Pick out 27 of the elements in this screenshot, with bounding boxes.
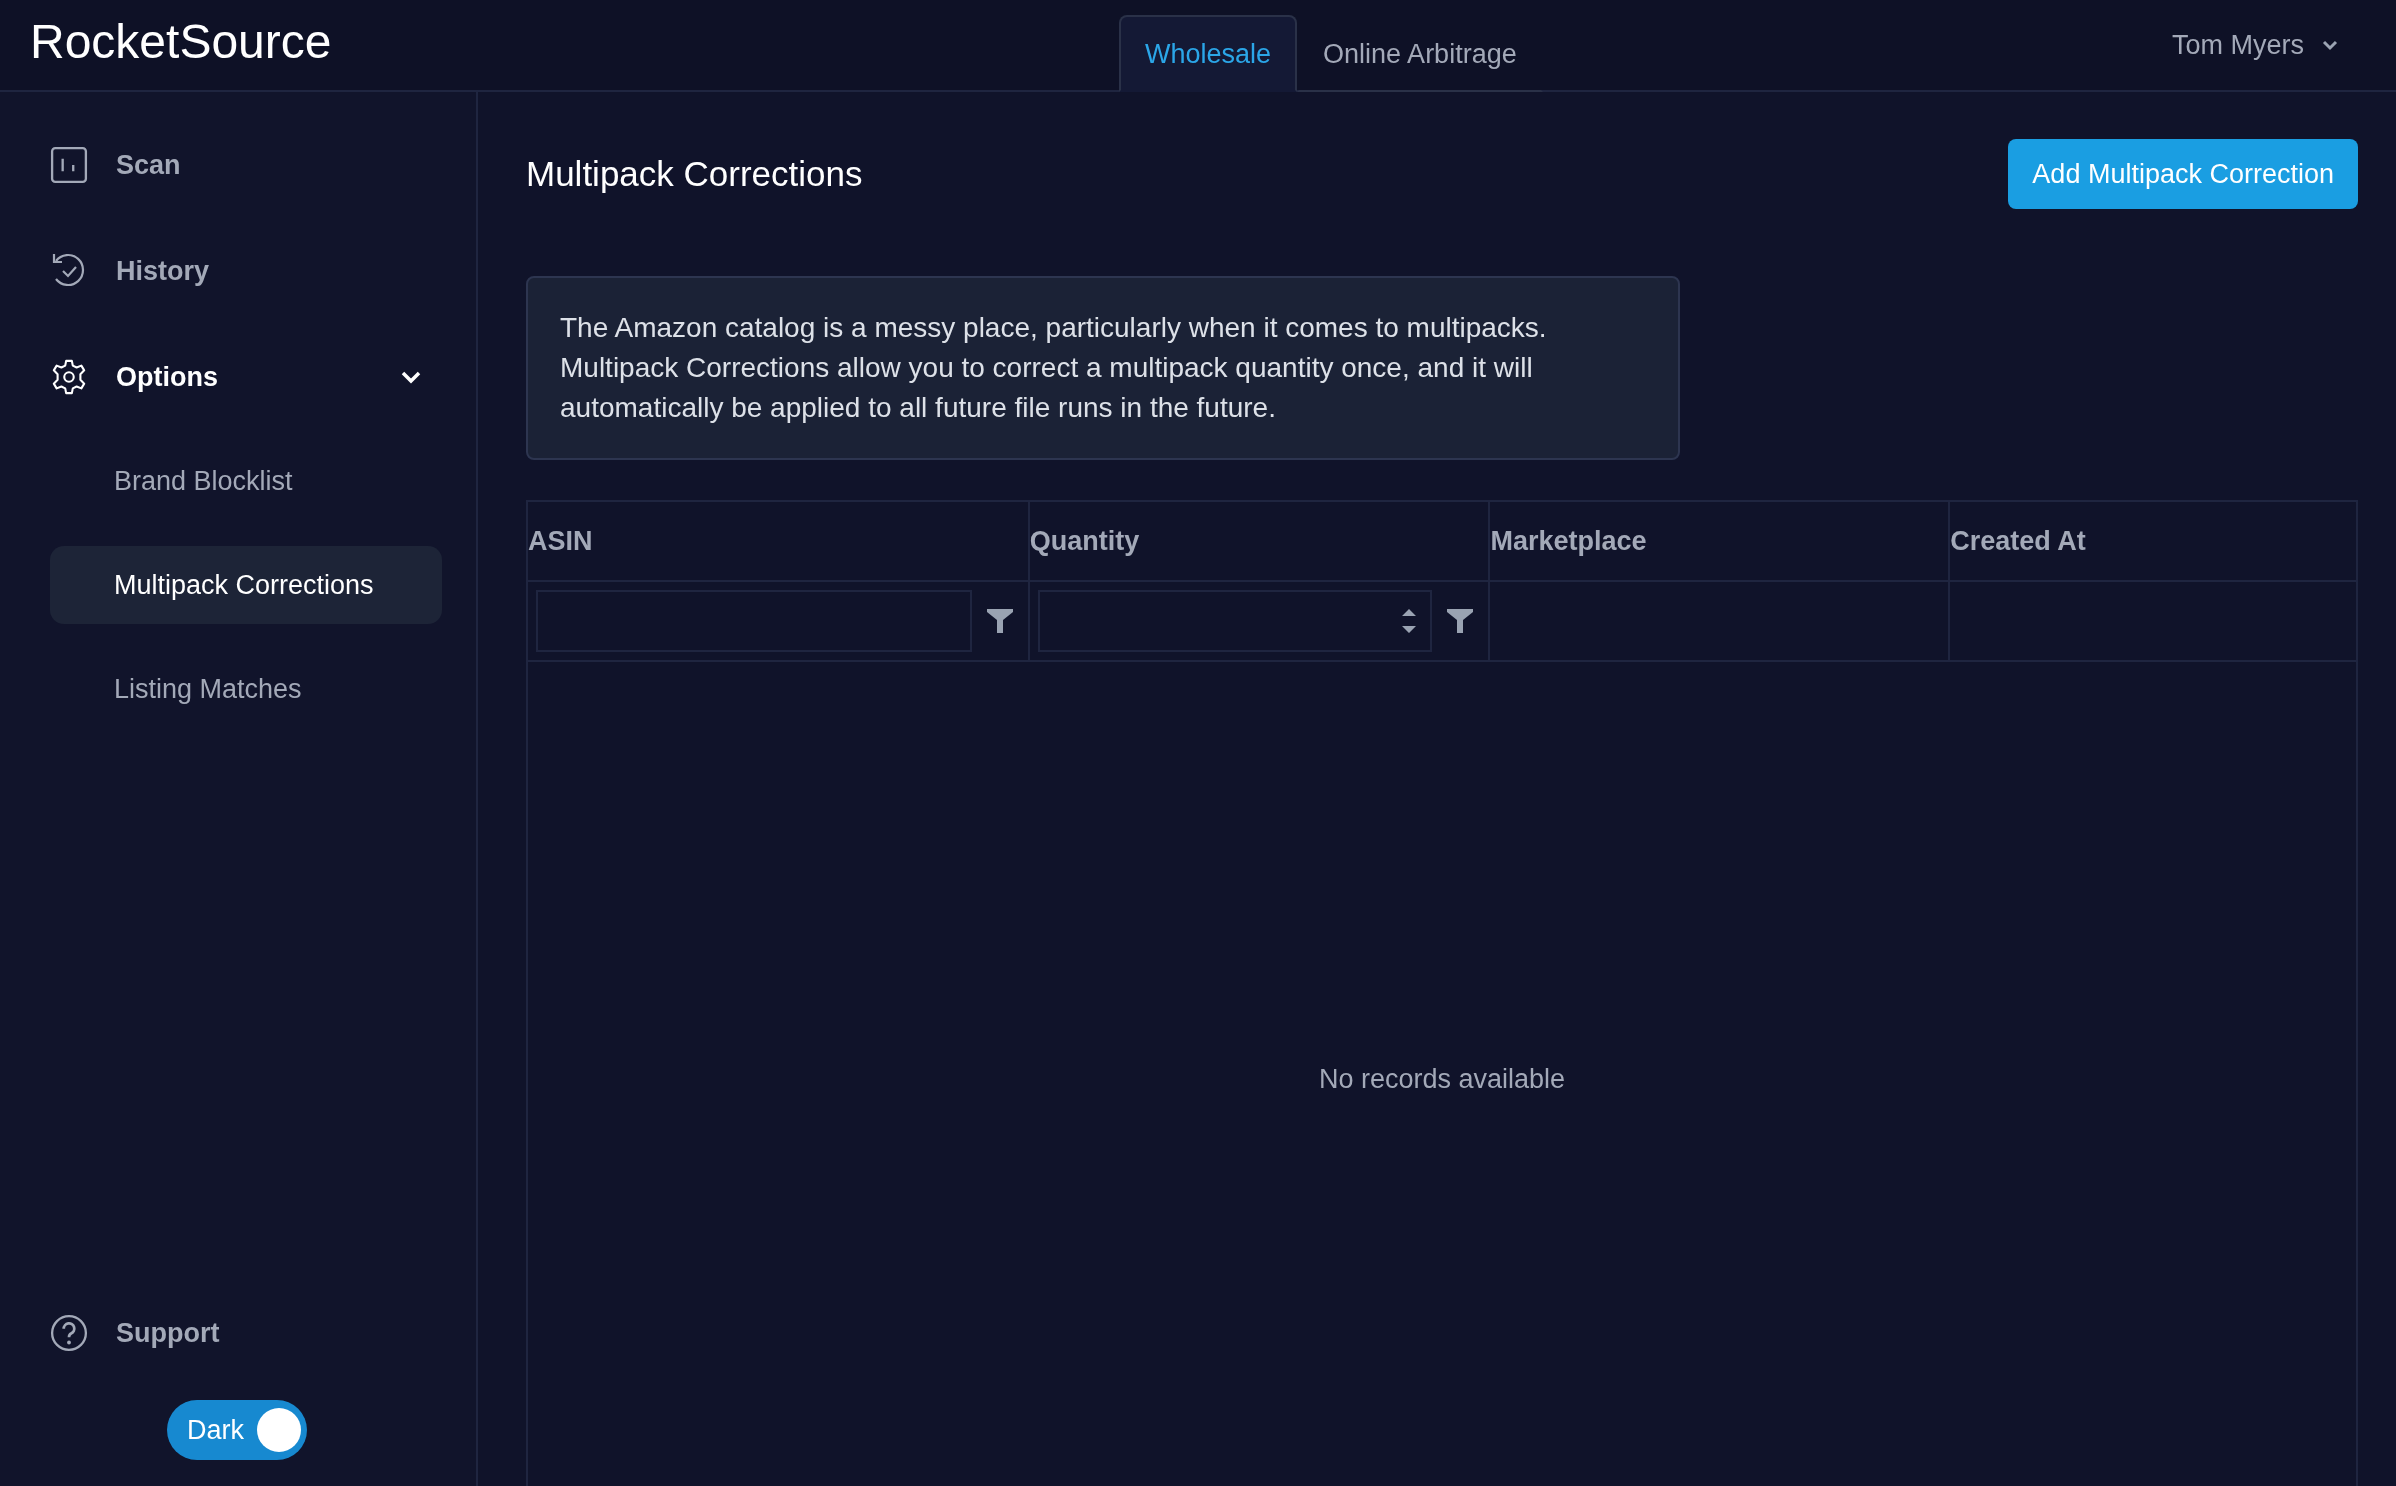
empty-message: No records available <box>1318 1063 1566 1095</box>
sidebar-item[interactable]: Scan <box>50 142 442 188</box>
spinner-arrows-icon <box>1400 606 1419 636</box>
column-header[interactable]: ASIN <box>528 502 1030 580</box>
column-header[interactable]: Marketplace <box>1490 502 1951 580</box>
info-box: The Amazon catalog is a messy place, particularly when it comes to multipacks. Multipack Corrections allow you to correct a multipack quantity once, and it will automatically be applied to all future file runs in the future. <box>526 276 1680 460</box>
sidebar-item[interactable]: History <box>50 248 442 294</box>
support-link[interactable]: Support <box>50 1310 476 1356</box>
filter-icon <box>985 607 1014 635</box>
settings-icon <box>50 358 88 396</box>
page-title: Multipack Corrections <box>526 154 863 194</box>
nav-tab[interactable]: Wholesale <box>1119 15 1298 92</box>
column-header[interactable]: Created At <box>1950 502 2356 580</box>
user-menu[interactable]: Tom Myers <box>2166 28 2344 62</box>
app-logo: RocketSource <box>29 14 332 69</box>
column-header[interactable]: Quantity <box>1029 502 1491 580</box>
sidebar-subitem[interactable]: Multipack Corrections <box>50 546 442 624</box>
nav-tab[interactable]: Online Arbitrage <box>1297 15 1543 92</box>
sidebar-subitem[interactable]: Brand Blocklist <box>50 442 442 520</box>
sidebar-item[interactable]: Options <box>50 354 442 400</box>
sidebar-subitem[interactable]: Listing Matches <box>50 650 442 728</box>
filter-field[interactable] <box>1037 590 1433 652</box>
theme-toggle[interactable]: Dark <box>167 1400 307 1460</box>
filter-icon <box>1446 607 1475 635</box>
chevron-down-icon <box>2322 39 2338 51</box>
help-icon <box>50 1314 88 1352</box>
chart-box-icon <box>50 146 88 184</box>
